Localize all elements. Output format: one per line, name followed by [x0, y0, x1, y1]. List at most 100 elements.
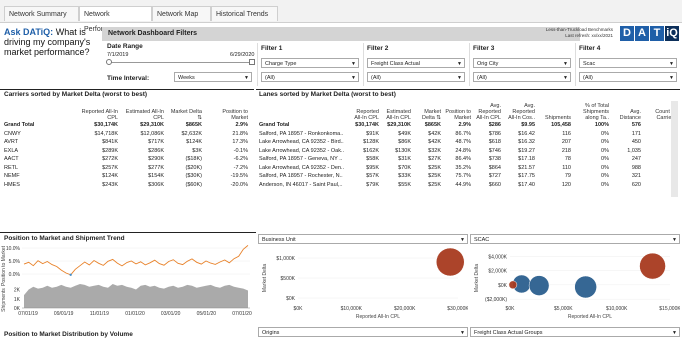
lanes-col-delta[interactable]: Market Delta ⇅: [413, 101, 443, 121]
date-slider-end-handle[interactable]: [249, 59, 255, 65]
avg-cost: $16.32: [518, 139, 535, 146]
estimated-cpl: $86K: [398, 139, 411, 146]
lanes-col-shipments[interactable]: Shipments: [537, 101, 573, 121]
tab-network-summary[interactable]: Network Summary: [4, 6, 79, 21]
carrier-row[interactable]: NEMF $124K $154K ($30K) -19.5%: [2, 172, 250, 181]
y1-tick-label: 0.0%: [9, 272, 21, 278]
x-tick-label: 03/01/20: [161, 311, 181, 317]
lane-row[interactable]: Salford, PA 18957 - Rochester, N.. $57K $3…: [257, 172, 678, 181]
avg-cost: $19.27: [518, 147, 535, 154]
lane-name: Lake Arrowhead, CA 92352 - Den..: [259, 164, 344, 171]
carriers-col-estimated[interactable]: Estimated All-In CPL: [120, 101, 166, 121]
avg-reported-cpl: $618: [488, 139, 501, 146]
date-slider-track[interactable]: [107, 62, 253, 63]
lane-name: Lake Arrowhead, CA 92352 - Oak..: [259, 147, 344, 154]
pct-shipments: 0%: [601, 156, 609, 163]
benchmark-refresh: Last refresh: xx/xx/2021: [565, 33, 613, 38]
lanes-col-avg-reported[interactable]: Avg. Reported All-In CPL: [473, 101, 503, 121]
freight-class-groups-value: Freight Class Actual Groups: [474, 330, 543, 336]
filter1-column: Filter 1 Charge Type ▼ (All) ▼: [257, 43, 363, 86]
tab-network-map[interactable]: Network Map: [152, 6, 211, 21]
filter2-sub-value: (All): [371, 75, 381, 81]
lanes-scrollbar[interactable]: [671, 101, 678, 197]
lanes-col-reported[interactable]: Reported All-In CPL: [349, 101, 381, 121]
tab-network-performance[interactable]: Network Performance: [79, 6, 152, 33]
x-tick-label: $10,000K: [606, 306, 628, 312]
lane-row[interactable]: Lake Arrowhead, CA 92352 - Oak.. $162K $13…: [257, 147, 678, 156]
x-tick-label: 07/01/20: [232, 311, 252, 317]
filter2-sub-select[interactable]: (All) ▼: [367, 72, 465, 82]
pct-shipments: 0%: [601, 147, 609, 154]
scac-scatter: Market Delta Reported All-In CPL $4,000K $2…: [474, 252, 680, 320]
trend-title: Position to Market and Shipment Trend: [4, 235, 125, 242]
reported-cpl: $128K: [363, 139, 379, 146]
lane-row[interactable]: Salford, PA 18957 - Geneva, NY .. $58K $31…: [257, 155, 678, 164]
sort-icon[interactable]: ⇅: [197, 115, 202, 121]
tab-historical-trends[interactable]: Historical Trends: [211, 6, 278, 21]
chevron-down-icon: ▼: [563, 61, 568, 67]
shipments: 78: [564, 156, 571, 163]
time-interval-select[interactable]: Weeks ▼: [174, 72, 252, 82]
business-unit-select[interactable]: Business Unit ▼: [258, 234, 468, 244]
lane-row[interactable]: Anderson, IN 46017 - Saint Paul,.. $79K $5…: [257, 181, 678, 190]
lanes-col-position[interactable]: Position to Market: [443, 101, 473, 121]
scac-select[interactable]: SCAC ▼: [470, 234, 680, 244]
carrier-row[interactable]: EXLA $289K $286K $3K -0.1%: [2, 147, 250, 156]
filter1-sub-select[interactable]: (All) ▼: [261, 72, 359, 82]
carrier-row[interactable]: Grand Total $30,174K $29,310K $865K 2.9%: [2, 121, 250, 130]
lanes-col-avg-distance[interactable]: Avg. Distance: [611, 101, 643, 121]
lane-row[interactable]: Salford, PA 18957 - Ronkonkoma.. $91K $49K…: [257, 130, 678, 139]
lanes-title: Lanes sorted by Market Delta (worst to b…: [259, 91, 396, 98]
carrier-name: NEMF: [4, 173, 20, 180]
avg-distance: 988: [631, 164, 641, 171]
avg-cost: $17.40: [518, 181, 535, 188]
filter2-select[interactable]: Freight Class Actual ▼: [367, 58, 465, 68]
position-to-market: 75.7%: [455, 173, 471, 180]
date-slider-start-handle[interactable]: [106, 59, 112, 65]
chevron-down-icon: ▼: [672, 237, 677, 243]
position-to-market: 35.2%: [455, 164, 471, 171]
position-to-market: -0.1%: [233, 147, 248, 154]
lanes-col-pct-total[interactable]: % of Total Shipments along Ta..: [573, 101, 611, 121]
lane-row[interactable]: Grand Total $30,174K $29,310K $865K 2.9% $286…: [257, 121, 678, 130]
logo-letter-t: T: [650, 26, 664, 41]
market-delta: $865K: [185, 122, 202, 129]
filter3-select[interactable]: Orig City ▼: [473, 58, 571, 68]
position-to-market: 17.3%: [232, 139, 248, 146]
carrier-row[interactable]: AVRT $841K $717K $124K 17.3%: [2, 138, 250, 147]
filter4-sub-select[interactable]: (All) ▼: [579, 72, 677, 82]
carrier-row[interactable]: RETL $257K $277K ($20K) -7.2%: [2, 164, 250, 173]
market-delta: ($18K): [185, 156, 202, 163]
chevron-down-icon: ▼: [457, 61, 462, 67]
freight-class-groups-select[interactable]: Freight Class Actual Groups ▼: [470, 327, 680, 337]
carriers-col-delta[interactable]: Market Delta ⇅: [166, 101, 204, 121]
avg-distance: 171: [631, 130, 641, 137]
ask-prompt: Ask DATiQ: What is driving my company's …: [4, 27, 100, 57]
filter1-select[interactable]: Charge Type ▼: [261, 58, 359, 68]
filter3-sub-select[interactable]: (All) ▼: [473, 72, 571, 82]
chevron-down-icon: ▼: [244, 75, 249, 81]
carrier-row[interactable]: AACT $272K $290K ($18K) -6.2%: [2, 155, 250, 164]
carrier-row[interactable]: CNWY $14,718K $12,086K $2,632K 21.8%: [2, 130, 250, 139]
carrier-name: AVRT: [4, 139, 19, 146]
market-delta: $2,632K: [181, 130, 203, 137]
y-tick-label: $4,000K: [488, 254, 507, 260]
lane-name: Anderson, IN 46017 - Saint Paul,..: [259, 181, 343, 188]
filter4-select[interactable]: Scac ▼: [579, 58, 677, 68]
carriers-col-reported[interactable]: Reported All-In CPL: [74, 101, 120, 121]
lane-row[interactable]: Lake Arrowhead, CA 92352 - Bird.. $128K $8…: [257, 138, 678, 147]
shipments: 116: [562, 130, 571, 137]
lane-row[interactable]: Lake Arrowhead, CA 92352 - Den.. $95K $70K…: [257, 164, 678, 173]
origins-select[interactable]: Origins ▼: [258, 327, 468, 337]
pct-shipments: 0%: [601, 164, 609, 171]
carrier-row[interactable]: HMES $243K $306K ($60K) -20.0%: [2, 181, 250, 190]
carriers-col-position[interactable]: Position to Market: [204, 101, 250, 121]
y2-tick-label: 2K: [14, 288, 21, 294]
scatter-point: [528, 275, 550, 296]
x-tick-label: 09/01/19: [54, 311, 74, 317]
sort-icon[interactable]: ⇅: [436, 115, 441, 121]
lane-name: Lake Arrowhead, CA 92352 - Bird..: [259, 139, 344, 146]
lanes-col-avg-cost[interactable]: Avg. Reported All-In Cos..: [503, 101, 537, 121]
market-delta: $3K: [192, 147, 202, 154]
lanes-col-estimated[interactable]: Estimated All-In CPL: [381, 101, 413, 121]
